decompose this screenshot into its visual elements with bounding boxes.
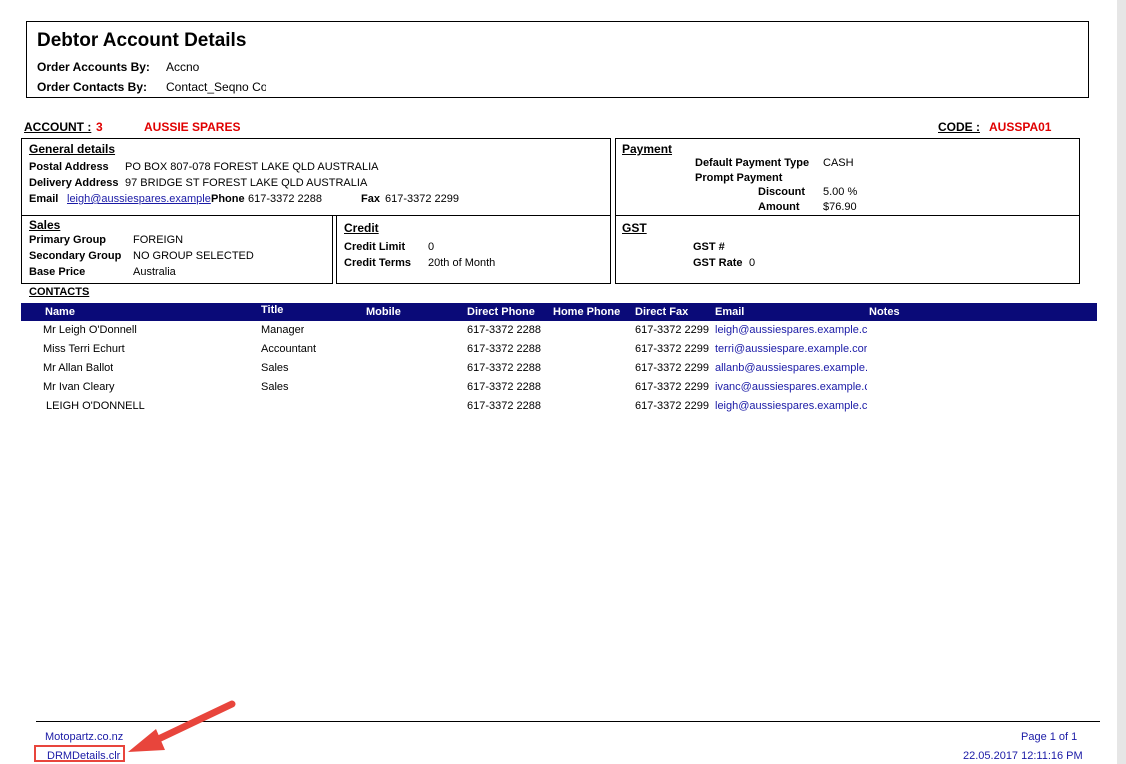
contact-direct-phone: 617-3372 2288 [467,324,542,336]
order-contacts-label: Order Contacts By: [37,80,148,94]
account-label: ACCOUNT : [24,120,92,134]
postal-address-label: Postal Address [29,161,109,173]
credit-panel: Credit Credit Limit 0 Credit Terms 20th … [336,215,611,284]
discount-value: 5.00 % [823,186,858,198]
footer-timestamp: 22.05.2017 12:11:16 PM [963,750,1083,762]
credit-limit-label: Credit Limit [344,241,406,253]
payment-panel: Payment Default Payment Type CASH Prompt… [615,138,1080,216]
contact-email-link[interactable]: terri@aussiespare.example.cor [715,340,867,359]
order-accounts-value: Accno [166,60,200,74]
table-row: Miss Terri Echurt Accountant 617-3372 22… [21,340,1097,359]
col-mobile-header: Mobile [366,306,401,318]
table-row: Mr Ivan Cleary Sales 617-3372 2288 617-3… [21,378,1097,397]
account-number: 3 [96,120,103,134]
credit-terms-label: Credit Terms [344,257,412,269]
gst-panel: GST GST # GST Rate 0 [615,215,1080,284]
col-email-header: Email [715,306,745,318]
contact-title: Manager [261,324,305,336]
contact-email-link[interactable]: ivanc@aussiespares.example.c [715,378,867,397]
payment-heading: Payment [622,142,673,156]
contact-direct-fax: 617-3372 2299 [635,381,710,393]
contact-direct-fax: 617-3372 2299 [635,362,710,374]
contact-direct-fax: 617-3372 2299 [635,343,710,355]
gst-rate-label: GST Rate [693,257,743,269]
primary-group-label: Primary Group [29,234,107,246]
table-row: Mr Allan Ballot Sales 617-3372 2288 617-… [21,359,1097,378]
fax-value: 617-3372 2299 [385,193,460,205]
base-price-value: Australia [133,266,176,278]
amount-value: $76.90 [823,201,857,213]
order-accounts-label: Order Accounts By: [37,60,150,74]
gst-number-label: GST # [693,241,725,253]
primary-group-value: FOREIGN [133,234,184,246]
col-direct-fax-header: Direct Fax [635,306,689,318]
postal-address-value: PO BOX 807-078 FOREST LAKE QLD AUSTRALIA [125,161,379,173]
code-label: CODE : [938,120,980,134]
account-name: AUSSIE SPARES [144,120,241,134]
contact-direct-phone: 617-3372 2288 [467,381,542,393]
sales-heading: Sales [29,218,61,232]
prompt-payment-label: Prompt Payment [695,172,783,184]
table-row: LEIGH O'DONNELL 617-3372 2288 617-3372 2… [21,397,1097,416]
contact-email-link[interactable]: leigh@aussiespares.example.c [715,397,867,416]
contact-name: Mr Ivan Cleary [43,381,115,393]
credit-limit-value: 0 [428,241,435,253]
sales-panel: Sales Primary Group FOREIGN Secondary Gr… [21,215,333,284]
contacts-table-body: Mr Leigh O'Donnell Manager 617-3372 2288… [21,321,1097,421]
table-row: Mr Leigh O'Donnell Manager 617-3372 2288… [21,321,1097,340]
phone-value: 617-3372 2288 [248,193,323,205]
contact-name: Miss Terri Echurt [43,343,125,355]
contact-name: LEIGH O'DONNELL [43,400,145,412]
phone-label: Phone [211,193,245,205]
email-link[interactable]: leigh@aussiespares.example [67,193,211,205]
email-label: Email [29,193,59,205]
order-contacts-value: Contact_Seqno Co [166,80,266,94]
discount-label: Discount [758,186,806,198]
contacts-heading: CONTACTS [29,286,90,298]
footer-site-link[interactable]: Motopartz.co.nz [45,731,123,743]
credit-heading: Credit [344,221,379,235]
payment-type-value: CASH [823,157,854,169]
annotation-highlight-box [34,745,125,762]
col-notes-header: Notes [869,306,900,318]
contact-direct-fax: 617-3372 2299 [635,400,710,412]
contact-name: Mr Allan Ballot [43,362,114,374]
col-title-header: Title [261,304,284,316]
report-title: Debtor Account Details [37,30,247,51]
contact-direct-phone: 617-3372 2288 [467,400,542,412]
col-home-phone-header: Home Phone [553,306,621,318]
contacts-header-bar: Name Title Mobile Direct Phone Home Phon… [21,303,1097,321]
payment-type-label: Default Payment Type [695,157,810,169]
contact-title: Sales [261,381,289,393]
credit-terms-value: 20th of Month [428,257,496,269]
base-price-label: Base Price [29,266,86,278]
contact-title: Sales [261,362,289,374]
col-direct-phone-header: Direct Phone [467,306,535,318]
gst-rate-value: 0 [749,257,756,269]
vertical-scrollbar[interactable] [1117,0,1126,764]
footer-page-number: Page 1 of 1 [1021,731,1078,743]
contact-direct-phone: 617-3372 2288 [467,343,542,355]
amount-label: Amount [758,201,800,213]
secondary-group-label: Secondary Group [29,250,122,262]
contact-email-link[interactable]: leigh@aussiespares.example.c [715,321,867,340]
footer-divider [36,721,1100,722]
col-name-header: Name [45,306,75,318]
contact-email-link[interactable]: allanb@aussiespares.example. [715,359,867,378]
general-details-panel: General details Postal Address PO BOX 80… [21,138,611,216]
code-value: AUSSPA01 [989,120,1052,134]
gst-heading: GST [622,221,647,235]
secondary-group-value: NO GROUP SELECTED [133,250,254,262]
contact-direct-fax: 617-3372 2299 [635,324,710,336]
general-details-heading: General details [29,142,116,156]
report-header: Debtor Account Details Order Accounts By… [26,21,1089,98]
contact-name: Mr Leigh O'Donnell [43,324,137,336]
fax-label: Fax [361,193,380,205]
delivery-address-label: Delivery Address [29,177,119,189]
contact-direct-phone: 617-3372 2288 [467,362,542,374]
delivery-address-value: 97 BRIDGE ST FOREST LAKE QLD AUSTRALIA [125,177,368,189]
contact-title: Accountant [261,343,317,355]
